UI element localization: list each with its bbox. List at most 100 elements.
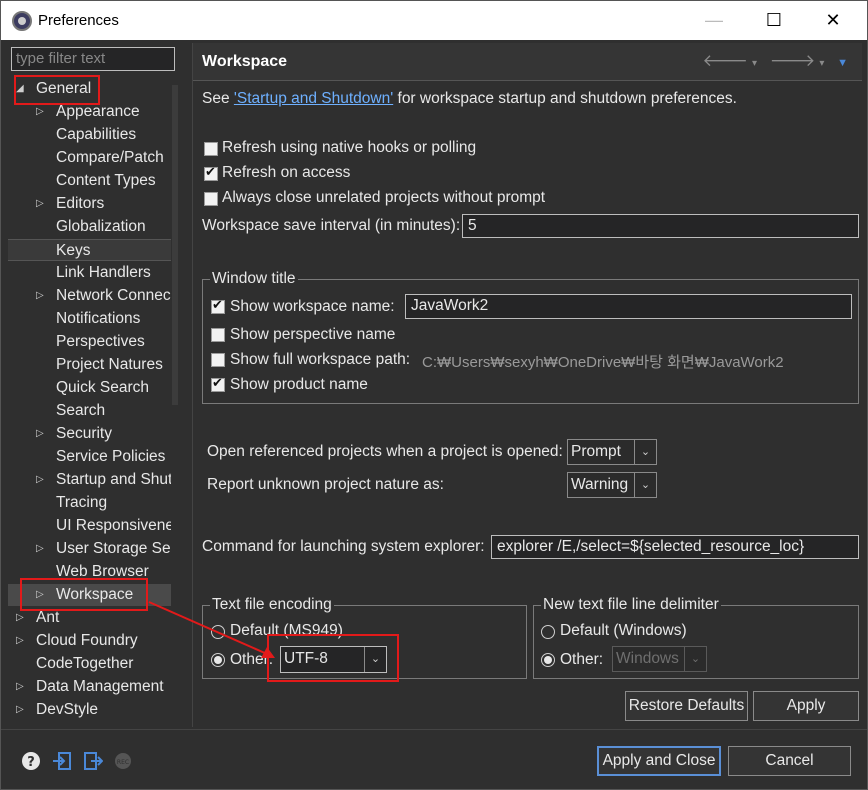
page-header: Workspace 🡐▾ 🡒▾ ▼ — [193, 43, 862, 81]
tree-item-perspectives[interactable]: Perspectives — [8, 331, 171, 353]
annotation-arrow — [148, 601, 275, 658]
tree-item-security[interactable]: ▷ Security — [8, 423, 171, 445]
apply-and-close-button[interactable]: Apply and Close — [597, 746, 721, 776]
filter-input[interactable]: type filter text — [11, 47, 175, 71]
back-menu-icon[interactable]: ▾ — [752, 58, 761, 69]
chevron-down-icon: ⌄ — [634, 440, 656, 464]
close-button[interactable]: ✕ — [818, 7, 848, 33]
line-delimiter-legend: New text file line delimiter — [541, 595, 721, 615]
workspace-page: Workspace 🡐▾ 🡒▾ ▼ See 'Startup and Shutd… — [192, 43, 862, 727]
show-perspective-checkbox[interactable] — [211, 328, 225, 342]
delimiter-default-radio[interactable] — [541, 625, 555, 639]
tree-item-label: Notifications — [56, 310, 141, 327]
minimize-button[interactable]: — — [699, 7, 729, 33]
apply-button[interactable]: Apply — [753, 691, 859, 721]
tree-item-label: User Storage Ser — [56, 540, 171, 557]
tree-item-label: Cloud Foundry — [36, 632, 138, 649]
tree-item-link-handlers[interactable]: Link Handlers — [8, 262, 171, 284]
view-menu-icon[interactable]: ▼ — [837, 57, 852, 69]
tree-item-label: Globalization — [56, 218, 146, 235]
refresh-native-checkbox[interactable] — [204, 142, 218, 156]
delimiter-other-radio[interactable] — [541, 653, 555, 667]
title-bar: Preferences — ☐ ✕ — [1, 1, 867, 40]
tree-item-data-management[interactable]: ▷ Data Management — [8, 676, 171, 698]
show-workspace-name-label: Show workspace name: — [230, 298, 395, 315]
tree-item-label: Network Connec — [56, 287, 171, 304]
tree-item-keys[interactable]: Keys — [8, 239, 171, 261]
refresh-access-checkbox[interactable] — [204, 164, 218, 181]
back-icon[interactable]: 🡐 — [702, 51, 752, 70]
tree-item-label: CodeTogether — [36, 655, 134, 672]
tree-item-label: Tracing — [56, 494, 108, 511]
hint-suffix: for workspace startup and shutdown prefe… — [393, 90, 737, 107]
open-referenced-combo[interactable]: Prompt ⌄ — [567, 439, 657, 465]
workspace-name-input[interactable]: JavaWork2 — [405, 294, 852, 319]
tree-item-user-storage-ser[interactable]: ▷ User Storage Ser — [8, 538, 171, 560]
refresh-native-label: Refresh using native hooks or polling — [222, 139, 477, 156]
collapsed-twisty-icon[interactable]: ▷ — [16, 676, 24, 698]
command-label: Command for launching system explorer: — [202, 538, 485, 555]
tree-item-label: Content Types — [56, 172, 156, 189]
tree-item-network-connec[interactable]: ▷ Network Connec — [8, 285, 171, 307]
tree-item-label: Compare/Patch — [56, 149, 164, 166]
save-interval-input[interactable]: 5 — [462, 214, 859, 238]
refresh-access-label: Refresh on access — [222, 164, 351, 181]
tree-item-label: Project Natures — [56, 356, 163, 373]
tree-item-content-types[interactable]: Content Types — [8, 170, 171, 192]
forward-menu-icon[interactable]: ▾ — [819, 58, 828, 69]
tree-item-tracing[interactable]: Tracing — [8, 492, 171, 514]
tree-item-label: Security — [56, 425, 112, 442]
hint-prefix: See — [202, 90, 234, 107]
maximize-button[interactable]: ☐ — [759, 7, 789, 33]
tree-item-service-policies[interactable]: Service Policies — [8, 446, 171, 468]
collapsed-twisty-icon[interactable]: ▷ — [36, 285, 44, 307]
always-close-checkbox[interactable] — [204, 192, 218, 206]
tree-item-startup-and-shut[interactable]: ▷ Startup and Shut — [8, 469, 171, 491]
tree-item-label: Editors — [56, 195, 105, 212]
tree-item-search[interactable]: Search — [8, 400, 171, 422]
startup-shutdown-link[interactable]: 'Startup and Shutdown' — [234, 90, 393, 107]
tree-item-editors[interactable]: ▷ Editors — [8, 193, 171, 215]
tree-item-notifications[interactable]: Notifications — [8, 308, 171, 330]
delimiter-other-label: Other: — [560, 651, 604, 668]
collapsed-twisty-icon[interactable]: ▷ — [36, 538, 44, 560]
open-referenced-value: Prompt — [571, 443, 621, 460]
tree-item-label: Link Handlers — [56, 264, 151, 281]
tree-item-capabilities[interactable]: Capabilities — [8, 124, 171, 146]
tree-item-quick-search[interactable]: Quick Search — [8, 377, 171, 399]
import-icon[interactable] — [52, 751, 72, 771]
forward-icon[interactable]: 🡒 — [770, 51, 820, 70]
show-workspace-name-checkbox[interactable] — [211, 297, 225, 314]
tree-item-project-natures[interactable]: Project Natures — [8, 354, 171, 376]
window-title: Preferences — [38, 12, 119, 29]
collapsed-twisty-icon[interactable]: ▷ — [36, 423, 44, 445]
record-icon[interactable]: REC — [113, 751, 133, 771]
collapsed-twisty-icon[interactable]: ▷ — [16, 630, 24, 652]
command-input[interactable]: explorer /E,/select=${selected_resource_… — [491, 535, 859, 559]
delimiter-combo[interactable]: Windows ⌄ — [612, 646, 707, 672]
tree-item-label: DevStyle — [36, 701, 99, 718]
tree-item-devstyle[interactable]: ▷ DevStyle — [8, 699, 171, 721]
always-close-label: Always close unrelated projects without … — [222, 189, 546, 206]
report-unknown-combo[interactable]: Warning ⌄ — [567, 472, 657, 498]
tree-item-label: Perspectives — [56, 333, 145, 350]
tree-item-label: UI Responsivene — [56, 517, 171, 534]
show-product-checkbox[interactable] — [211, 375, 225, 392]
preferences-window: Preferences — ☐ ✕ type filter text ◢ Gene… — [0, 0, 868, 790]
restore-defaults-button[interactable]: Restore Defaults — [625, 691, 748, 721]
export-icon[interactable] — [83, 751, 103, 771]
cancel-button[interactable]: Cancel — [728, 746, 851, 776]
collapsed-twisty-icon[interactable]: ▷ — [36, 193, 44, 215]
collapsed-twisty-icon[interactable]: ▷ — [16, 699, 24, 721]
save-interval-label: Workspace save interval (in minutes): — [202, 217, 461, 234]
show-full-path-checkbox[interactable] — [211, 353, 225, 367]
report-unknown-label: Report unknown project nature as: — [207, 476, 444, 493]
tree-item-label: Quick Search — [56, 379, 150, 396]
tree-item-globalization[interactable]: Globalization — [8, 216, 171, 238]
tree-scrollbar[interactable] — [172, 85, 178, 405]
tree-item-compare-patch[interactable]: Compare/Patch — [8, 147, 171, 169]
help-icon[interactable]: ? — [21, 751, 41, 771]
collapsed-twisty-icon[interactable]: ▷ — [36, 469, 44, 491]
tree-item-ui-responsivene[interactable]: UI Responsivene — [8, 515, 171, 537]
show-full-path-label: Show full workspace path: — [230, 351, 411, 368]
